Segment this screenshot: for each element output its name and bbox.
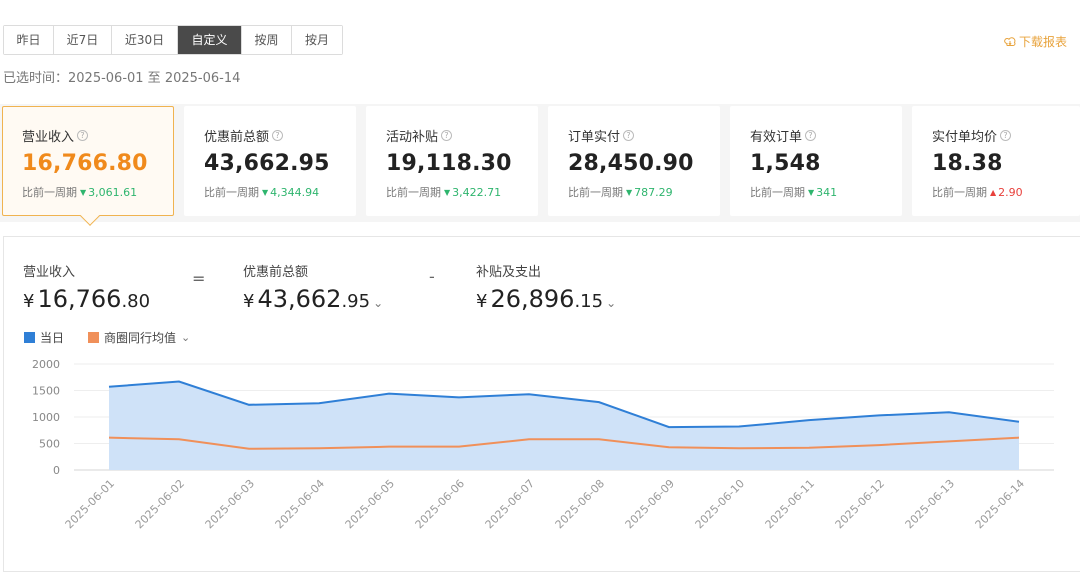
y-tick-label: 2000: [32, 358, 60, 371]
date-range-tabs: 昨日 近7日 近30日 自定义 按周 按月: [3, 25, 343, 55]
y-tick-label: 1000: [32, 411, 60, 424]
x-tick-label: 2025-06-13: [903, 477, 957, 531]
kpi-card[interactable]: 订单实付? 28,450.90 比前一周期 ▼ 787.29: [548, 106, 720, 216]
kpi-cards: 营业收入? 16,766.80 比前一周期 ▼ 3,061.61 优惠前总额? 43,662…: [0, 104, 1080, 226]
compare-label: 比前一周期: [386, 186, 441, 199]
delta-value: 2.90: [998, 185, 1023, 199]
arrow-up-icon: ▲: [990, 187, 997, 197]
x-tick-label: 2025-06-14: [973, 477, 1027, 531]
kpi-card[interactable]: 营业收入? 16,766.80 比前一周期 ▼ 3,061.61: [2, 106, 174, 226]
kpi-label-text: 订单实付: [568, 130, 621, 145]
delta: ▼ 341: [808, 186, 837, 199]
x-tick-label: 2025-06-07: [483, 477, 537, 531]
kpi-value: 19,118.30: [386, 151, 512, 176]
help-icon[interactable]: ?: [441, 130, 453, 141]
kpi-label: 优惠前总额?: [204, 126, 356, 145]
delta: ▼ 3,061.61: [80, 186, 137, 199]
x-tick-label: 2025-06-03: [203, 477, 257, 531]
compare-label: 比前一周期: [204, 186, 259, 199]
kpi-card[interactable]: 实付单均价? 18.38 比前一周期 ▲ 2.90: [912, 106, 1080, 216]
revenue-trend-chart: 0 500 1000 1500 2000 2025-06-01 2025-06-02 2025…: [32, 358, 1054, 531]
arrow-down-icon: ▼: [626, 187, 633, 197]
selected-range-text: 已选时间：2025-06-01 至 2025-06-14: [3, 71, 241, 86]
x-tick-label: 2025-06-10: [693, 477, 747, 531]
help-icon[interactable]: ?: [623, 130, 635, 141]
help-icon[interactable]: ?: [272, 130, 284, 141]
kpi-value: 18.38: [932, 151, 1003, 176]
kpi-label: 活动补贴?: [386, 126, 538, 145]
compare-label: 比前一周期: [750, 186, 805, 199]
kpi-value: 1,548: [750, 151, 821, 176]
download-report-link[interactable]: 下载报表: [1004, 33, 1067, 50]
kpi-label-text: 营业收入: [22, 130, 75, 145]
delta: ▲ 2.90: [990, 186, 1023, 199]
kpi-label: 实付单均价?: [932, 126, 1080, 145]
compare-label: 比前一周期: [568, 186, 623, 199]
kpi-compare: 比前一周期 ▼ 341: [750, 184, 902, 200]
delta-value: 341: [816, 185, 838, 199]
y-tick-label: 0: [53, 464, 60, 477]
delta: ▼ 4,344.94: [262, 186, 319, 199]
help-icon[interactable]: ?: [77, 130, 89, 141]
kpi-compare: 比前一周期 ▼ 4,344.94: [204, 184, 356, 200]
kpi-label-text: 实付单均价: [932, 130, 998, 145]
x-tick-label: 2025-06-11: [763, 477, 817, 531]
kpi-compare: 比前一周期 ▼ 787.29: [568, 184, 720, 200]
kpi-value: 43,662.95: [204, 151, 330, 176]
kpi-value: 16,766.80: [22, 151, 148, 176]
download-label: 下载报表: [1018, 35, 1067, 49]
delta-value: 787.29: [634, 185, 673, 199]
series-area-current: [109, 381, 1019, 470]
revenue-breakdown-panel: 营业收入 ¥16,766.80 = 优惠前总额 ¥43,662.95 ⌄ - 补贴…: [3, 236, 1080, 572]
kpi-label: 有效订单?: [750, 126, 902, 145]
kpi-compare: 比前一周期 ▼ 3,061.61: [22, 184, 173, 200]
download-icon: [1004, 36, 1016, 46]
tab-0[interactable]: 昨日: [4, 26, 54, 54]
delta: ▼ 3,422.71: [444, 186, 501, 199]
kpi-value: 28,450.90: [568, 151, 694, 176]
tab-5[interactable]: 按月: [292, 26, 342, 54]
kpi-label-text: 有效订单: [750, 130, 803, 145]
kpi-label: 订单实付?: [568, 126, 720, 145]
kpi-card[interactable]: 有效订单? 1,548 比前一周期 ▼ 341: [730, 106, 902, 216]
compare-label: 比前一周期: [22, 186, 77, 199]
compare-label: 比前一周期: [932, 186, 987, 199]
x-tick-label: 2025-06-01: [63, 477, 117, 531]
delta-value: 4,344.94: [270, 185, 320, 199]
x-tick-label: 2025-06-09: [623, 477, 677, 531]
x-tick-label: 2025-06-08: [553, 477, 607, 531]
arrow-down-icon: ▼: [808, 187, 815, 197]
kpi-label: 营业收入?: [22, 126, 173, 145]
arrow-down-icon: ▼: [262, 187, 269, 197]
y-tick-label: 500: [39, 438, 60, 451]
x-tick-label: 2025-06-05: [343, 477, 397, 531]
tab-3[interactable]: 自定义: [178, 26, 242, 54]
delta: ▼ 787.29: [626, 186, 673, 199]
tab-2[interactable]: 近30日: [112, 26, 178, 54]
x-tick-label: 2025-06-06: [413, 477, 467, 531]
arrow-down-icon: ▼: [80, 187, 87, 197]
help-icon[interactable]: ?: [805, 130, 817, 141]
kpi-label-text: 优惠前总额: [204, 130, 270, 145]
kpi-card[interactable]: 优惠前总额? 43,662.95 比前一周期 ▼ 4,344.94: [184, 106, 356, 216]
delta-value: 3,422.71: [452, 185, 502, 199]
help-icon[interactable]: ?: [1000, 130, 1012, 141]
kpi-compare: 比前一周期 ▲ 2.90: [932, 184, 1080, 200]
tab-4[interactable]: 按周: [242, 26, 292, 54]
x-tick-label: 2025-06-04: [273, 477, 327, 531]
x-tick-label: 2025-06-12: [833, 477, 887, 531]
tab-1[interactable]: 近7日: [54, 26, 112, 54]
y-tick-label: 1500: [32, 385, 60, 398]
active-card-pointer: [80, 206, 100, 226]
kpi-compare: 比前一周期 ▼ 3,422.71: [386, 184, 538, 200]
arrow-down-icon: ▼: [444, 187, 451, 197]
delta-value: 3,061.61: [88, 185, 138, 199]
kpi-label-text: 活动补贴: [386, 130, 439, 145]
x-tick-label: 2025-06-02: [133, 477, 187, 531]
kpi-card[interactable]: 活动补贴? 19,118.30 比前一周期 ▼ 3,422.71: [366, 106, 538, 216]
